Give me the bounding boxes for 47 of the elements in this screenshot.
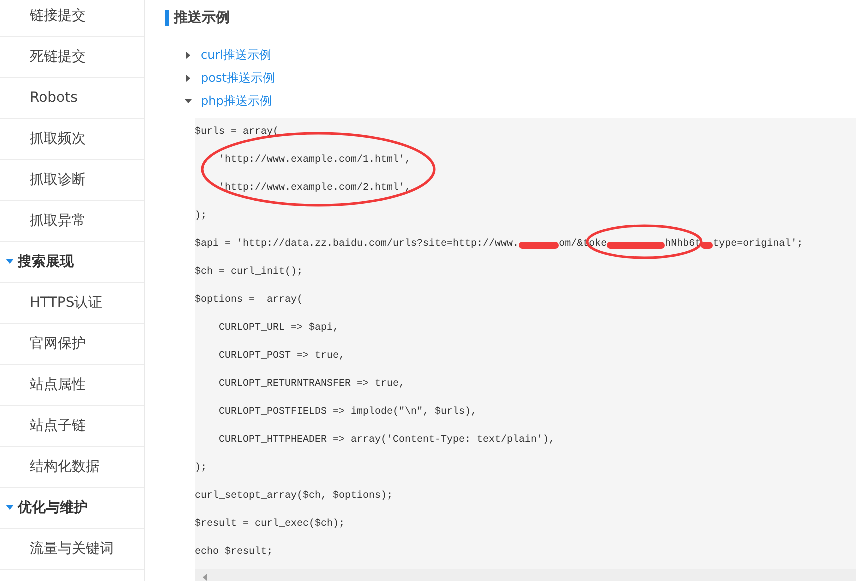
code-text: CURLOPT_HTTPHEADER => array('Content-Type: text/plain'), <box>218 434 556 448</box>
sidebar-item[interactable]: 站点属性 <box>0 365 144 406</box>
sidebar-item[interactable]: 链接提交 <box>0 0 144 37</box>
sidebar-item[interactable]: 死链提交 <box>0 37 144 78</box>
scroll-left-arrow-icon[interactable] <box>203 574 208 581</box>
redaction-scribble <box>607 242 666 248</box>
code-text: $api = 'http://data.zz.baidu.com/urls?site=http://www. <box>195 238 520 252</box>
code-text: CURLOPT_POST => true, <box>218 350 346 364</box>
sidebar-item[interactable]: 抓取频次 <box>0 119 144 160</box>
section-title: 推送示例 <box>174 9 230 27</box>
code-text: 'http://www.example.com/2.html', <box>218 182 412 196</box>
code-text: curl_setopt_array($ch, $options); <box>195 490 394 504</box>
expand-triangle-icon[interactable] <box>6 259 14 265</box>
horizontal-scrollbar[interactable] <box>195 569 856 581</box>
sidebar-item[interactable]: HTTPS认证 <box>0 283 144 324</box>
expand-triangle-icon[interactable] <box>185 98 192 105</box>
example-link[interactable]: php推送示例 <box>201 93 272 110</box>
sidebar-section-label[interactable]: 搜索展现 <box>18 242 74 282</box>
code-text: echo $result; <box>195 546 274 560</box>
code-text: $ch = curl_init(); <box>195 266 304 280</box>
code-text: CURLOPT_POSTFIELDS => implode("\n", $urls), <box>218 406 478 420</box>
redaction-scribble <box>701 242 714 248</box>
example-link[interactable]: curl推送示例 <box>201 47 272 64</box>
code-text: type=original'; <box>713 238 804 252</box>
example-link[interactable]: post推送示例 <box>201 70 275 87</box>
expand-triangle-icon[interactable] <box>185 52 192 59</box>
sidebar-item[interactable]: 站点子链 <box>0 406 144 447</box>
code-text: $result = curl_exec($ch); <box>195 518 346 532</box>
sidebar-item[interactable]: 抓取异常 <box>0 201 144 242</box>
code-text: CURLOPT_RETURNTRANSFER => true, <box>218 378 406 392</box>
code-text: CURLOPT_URL => $api, <box>218 322 340 336</box>
code-text: hNhb6t <box>665 238 702 252</box>
code-text: $urls = array( <box>195 126 280 140</box>
code-text: $options = array( <box>195 294 304 308</box>
redaction-scribble <box>519 242 560 248</box>
code-text: ); <box>195 462 208 476</box>
sidebar-item[interactable]: 抓取诊断 <box>0 160 144 201</box>
expand-triangle-icon[interactable] <box>6 505 14 511</box>
sidebar-item[interactable]: Robots <box>0 78 144 119</box>
title-accent-bar <box>165 10 169 26</box>
sidebar-item[interactable]: 流量与关键词 <box>0 529 144 570</box>
code-text: ); <box>195 210 208 224</box>
code-text: 'http://www.example.com/1.html', <box>218 154 412 168</box>
sidebar-item[interactable]: 官网保护 <box>0 324 144 365</box>
sidebar-section-label[interactable]: 优化与维护 <box>18 488 88 528</box>
sidebar-item[interactable]: 结构化数据 <box>0 447 144 488</box>
expand-triangle-icon[interactable] <box>185 75 192 82</box>
